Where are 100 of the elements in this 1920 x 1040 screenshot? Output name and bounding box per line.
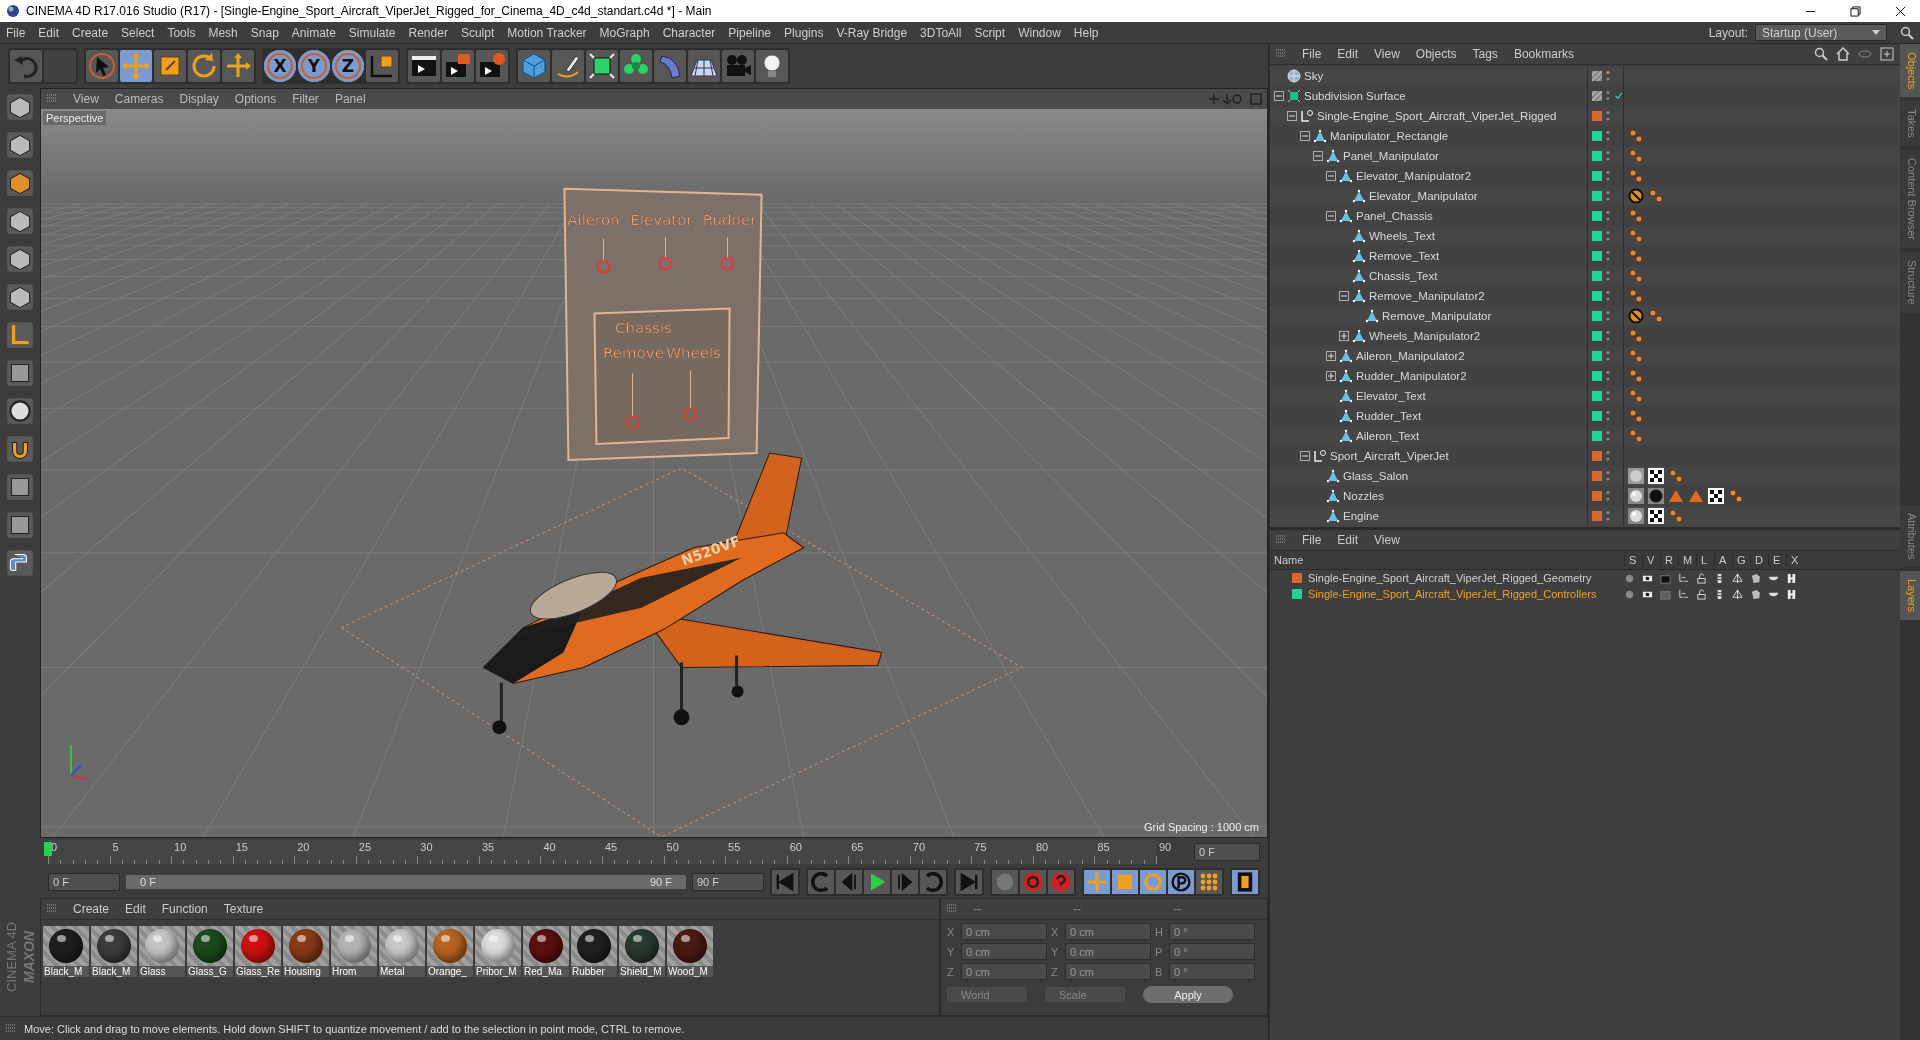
layer-swatch[interactable] <box>1592 231 1602 241</box>
layer-row[interactable]: Single-Engine_Sport_Aircraft_ViperJet_Rigged_Controllers <box>1270 586 1900 602</box>
visibility-dots-icon[interactable] <box>1606 489 1610 503</box>
close-icon[interactable] <box>1895 5 1906 17</box>
restore-icon[interactable] <box>1850 5 1861 17</box>
layer-swatch[interactable] <box>1592 131 1602 141</box>
dots-tag-icon[interactable] <box>1628 368 1644 384</box>
menu-item[interactable]: Animate <box>291 25 336 40</box>
material-swatch[interactable]: Rubber <box>571 926 617 977</box>
visibility-dots-icon[interactable] <box>1606 509 1610 523</box>
dots-tag-icon[interactable] <box>1628 248 1644 264</box>
menu-item[interactable]: Simulate <box>348 25 396 40</box>
dots-tag-icon[interactable] <box>1628 328 1644 344</box>
menu-item[interactable]: Render <box>408 25 448 40</box>
no-layer-swatch[interactable] <box>1592 71 1602 81</box>
menu-item[interactable]: Plugins <box>784 25 824 40</box>
visibility-dots-icon[interactable] <box>1606 349 1610 363</box>
menu-item[interactable]: Motion Tracker <box>507 25 587 40</box>
visibility-dots-icon[interactable] <box>1606 189 1610 203</box>
expand-toggle-icon[interactable] <box>1274 91 1284 101</box>
expand-toggle-icon[interactable] <box>1326 371 1336 381</box>
cloner-icon[interactable] <box>620 50 652 82</box>
visibility-dots-icon[interactable] <box>1606 369 1610 383</box>
menu-item[interactable]: Edit <box>38 25 60 40</box>
xref-icon[interactable] <box>1786 588 1797 600</box>
menu-item[interactable]: Function <box>161 902 208 916</box>
floor-grid-icon[interactable] <box>688 50 720 82</box>
menu-item[interactable]: Filter <box>292 92 319 106</box>
move-cross-icon[interactable] <box>222 50 254 82</box>
grip-icon[interactable] <box>947 904 957 914</box>
layer-swatch[interactable] <box>1592 151 1602 161</box>
material-swatch[interactable]: Hrom <box>331 926 377 977</box>
menu-item[interactable]: Help <box>1073 25 1099 40</box>
dots-tag-icon[interactable] <box>1628 228 1644 244</box>
no-layer-swatch[interactable] <box>1592 91 1602 101</box>
expand-toggle-icon[interactable] <box>1326 351 1336 361</box>
go-to-end-icon[interactable] <box>956 870 982 894</box>
layer-swatch[interactable] <box>1292 573 1302 583</box>
layer-name[interactable]: Single-Engine_Sport_Aircraft_ViperJet_Rigged_Geometry <box>1308 572 1592 584</box>
menu-item[interactable]: Edit <box>1337 47 1359 61</box>
layer-swatch[interactable] <box>1592 331 1602 341</box>
visibility-dots-icon[interactable] <box>1606 209 1610 223</box>
loop-icon[interactable] <box>920 870 946 894</box>
key-icon[interactable] <box>808 870 834 894</box>
dots-tag-icon[interactable] <box>1628 168 1644 184</box>
prohibited-tag-icon[interactable] <box>1628 188 1644 204</box>
visibility-dots-icon[interactable] <box>1606 389 1610 403</box>
menu-item[interactable]: MoGraph <box>599 25 650 40</box>
layer-swatch[interactable] <box>1592 471 1602 481</box>
visibility-dots-icon[interactable] <box>1606 149 1610 163</box>
material-swatch[interactable]: Metal <box>379 926 425 977</box>
layer-swatch[interactable] <box>1292 589 1302 599</box>
grip-icon[interactable] <box>1276 535 1286 545</box>
menu-item[interactable]: Options <box>234 92 277 106</box>
cube-icon[interactable] <box>5 244 35 274</box>
layer-swatch[interactable] <box>1592 311 1602 321</box>
visibility-dots-icon[interactable] <box>1606 249 1610 263</box>
layout-dropdown[interactable]: Startup (User) <box>1755 24 1887 41</box>
dots-tag-icon[interactable] <box>1728 488 1744 504</box>
axis-lock-button[interactable]: X <box>264 50 296 82</box>
visibility-dots-icon[interactable] <box>1606 469 1610 483</box>
layer-swatch[interactable] <box>1592 411 1602 421</box>
checker-tag-icon[interactable] <box>1648 508 1664 524</box>
deformer-cube-icon[interactable] <box>1750 588 1761 600</box>
expand-toggle-icon[interactable] <box>1339 331 1349 341</box>
frame-range-slider[interactable]: 0 F 90 F <box>126 875 686 889</box>
expand-toggle-icon[interactable] <box>1287 111 1297 121</box>
rotate-icon[interactable] <box>188 50 220 82</box>
arrow-cursor-icon[interactable] <box>86 50 118 82</box>
dots-tag-icon[interactable] <box>1628 428 1644 444</box>
help-icon[interactable] <box>1048 870 1074 894</box>
layer-swatch[interactable] <box>1592 111 1602 121</box>
menu-item[interactable]: View <box>1374 533 1400 547</box>
magnet-icon[interactable] <box>5 434 35 464</box>
previous-frame-icon[interactable] <box>836 870 862 894</box>
menu-item[interactable]: Cameras <box>114 92 164 106</box>
layer-swatch[interactable] <box>1592 291 1602 301</box>
menu-item[interactable]: File <box>1302 533 1322 547</box>
grip-icon[interactable] <box>1276 49 1286 59</box>
visibility-dots-icon[interactable] <box>1606 109 1610 123</box>
menu-item[interactable]: V-Ray Bridge <box>836 25 908 40</box>
point-grid-icon[interactable] <box>1196 870 1222 894</box>
visibility-dots-icon[interactable] <box>1606 409 1610 423</box>
material-swatch[interactable]: Glass <box>139 926 185 977</box>
clapperboard-gear-icon[interactable] <box>476 50 508 82</box>
play-icon[interactable] <box>864 870 890 894</box>
menu-item[interactable]: Pipeline <box>728 25 772 40</box>
film-strip-icon[interactable] <box>1232 870 1258 894</box>
clapperboard-icon[interactable] <box>442 50 474 82</box>
visibility-dots-icon[interactable] <box>1606 289 1610 303</box>
visibility-dots-icon[interactable] <box>1606 269 1610 283</box>
parameter-icon[interactable] <box>1168 870 1194 894</box>
visibility-dots-icon[interactable] <box>1606 449 1610 463</box>
layer-swatch[interactable] <box>1592 431 1602 441</box>
next-frame-icon[interactable] <box>892 870 918 894</box>
dots-tag-icon[interactable] <box>1648 308 1664 324</box>
pyramid-icon[interactable] <box>1732 572 1743 584</box>
menu-item[interactable]: Bookmarks <box>1513 47 1574 61</box>
menu-item[interactable]: View <box>73 92 99 106</box>
dots-tag-icon[interactable] <box>1628 348 1644 364</box>
